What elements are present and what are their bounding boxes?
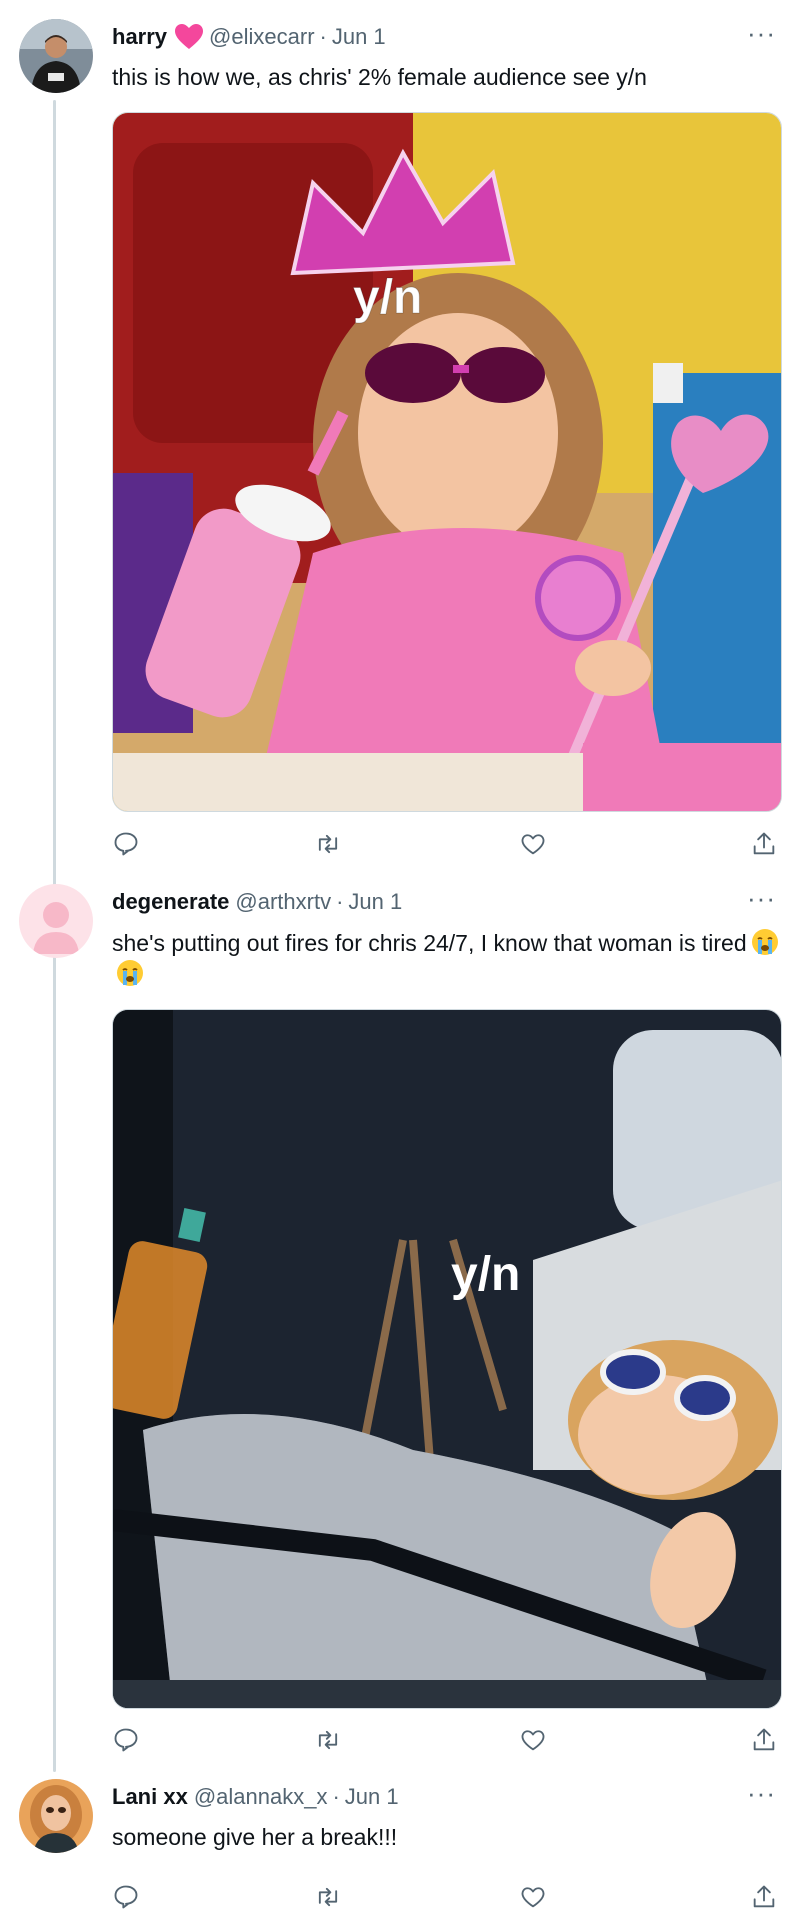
photo-girl-relaxing: y/n (113, 1010, 781, 1708)
like-icon[interactable] (519, 830, 551, 862)
photo-girl-tiara: y/n (113, 113, 781, 811)
display-name[interactable]: harry (112, 24, 167, 50)
loudly-crying-face-emoji-icon (751, 928, 779, 956)
avatar[interactable] (19, 1779, 93, 1853)
avatar[interactable] (19, 19, 93, 93)
tweet-actions (112, 1883, 782, 1915)
tweet-actions (112, 830, 782, 862)
tweet-text-content: she's putting out fires for chris 24/7, … (112, 930, 747, 956)
tweet-text: she's putting out fires for chris 24/7, … (112, 928, 782, 990)
timestamp[interactable]: Jun 1 (348, 889, 402, 915)
tweet-text: this is how we, as chris' 2% female audi… (112, 64, 647, 90)
share-icon[interactable] (750, 830, 782, 862)
image-caption: y/n (353, 271, 422, 324)
share-icon[interactable] (750, 1883, 782, 1915)
timestamp[interactable]: Jun 1 (345, 1784, 399, 1810)
more-icon[interactable]: ··· (747, 885, 776, 911)
image-caption: y/n (451, 1248, 520, 1301)
tweet-text: someone give her a break!!! (112, 1824, 398, 1850)
avatar[interactable] (19, 884, 93, 958)
tweet-image[interactable]: y/n (112, 1009, 782, 1709)
display-name[interactable]: Lani xx (112, 1784, 188, 1810)
pink-heart-emoji-icon (175, 24, 204, 50)
separator: · (336, 889, 344, 914)
timestamp[interactable]: Jun 1 (332, 24, 386, 50)
separator: · (319, 24, 327, 49)
handle[interactable]: @elixecarr (209, 24, 314, 50)
like-icon[interactable] (519, 1883, 551, 1915)
tweet-header: degenerate @arthxrtv · Jun 1 (112, 887, 402, 917)
tweet-actions (112, 1726, 782, 1758)
reply-icon[interactable] (112, 1883, 144, 1915)
reply-icon[interactable] (112, 1726, 144, 1758)
tweet-header: Lani xx @alannakx_x · Jun 1 (112, 1782, 399, 1812)
separator: · (332, 1784, 340, 1809)
reply-icon[interactable] (112, 830, 144, 862)
handle[interactable]: @alannakx_x (194, 1784, 328, 1810)
tweet-header: harry @elixecarr · Jun 1 (112, 22, 386, 52)
more-icon[interactable]: ··· (747, 20, 776, 46)
more-icon[interactable]: ··· (747, 1780, 776, 1806)
retweet-icon[interactable] (314, 830, 346, 862)
like-icon[interactable] (519, 1726, 551, 1758)
handle[interactable]: @arthxrtv (235, 889, 331, 915)
display-name[interactable]: degenerate (112, 889, 229, 915)
retweet-icon[interactable] (314, 1726, 346, 1758)
loudly-crying-face-emoji-icon (116, 959, 144, 987)
tweet-image[interactable]: y/n (112, 112, 782, 812)
share-icon[interactable] (750, 1726, 782, 1758)
retweet-icon[interactable] (314, 1883, 346, 1915)
